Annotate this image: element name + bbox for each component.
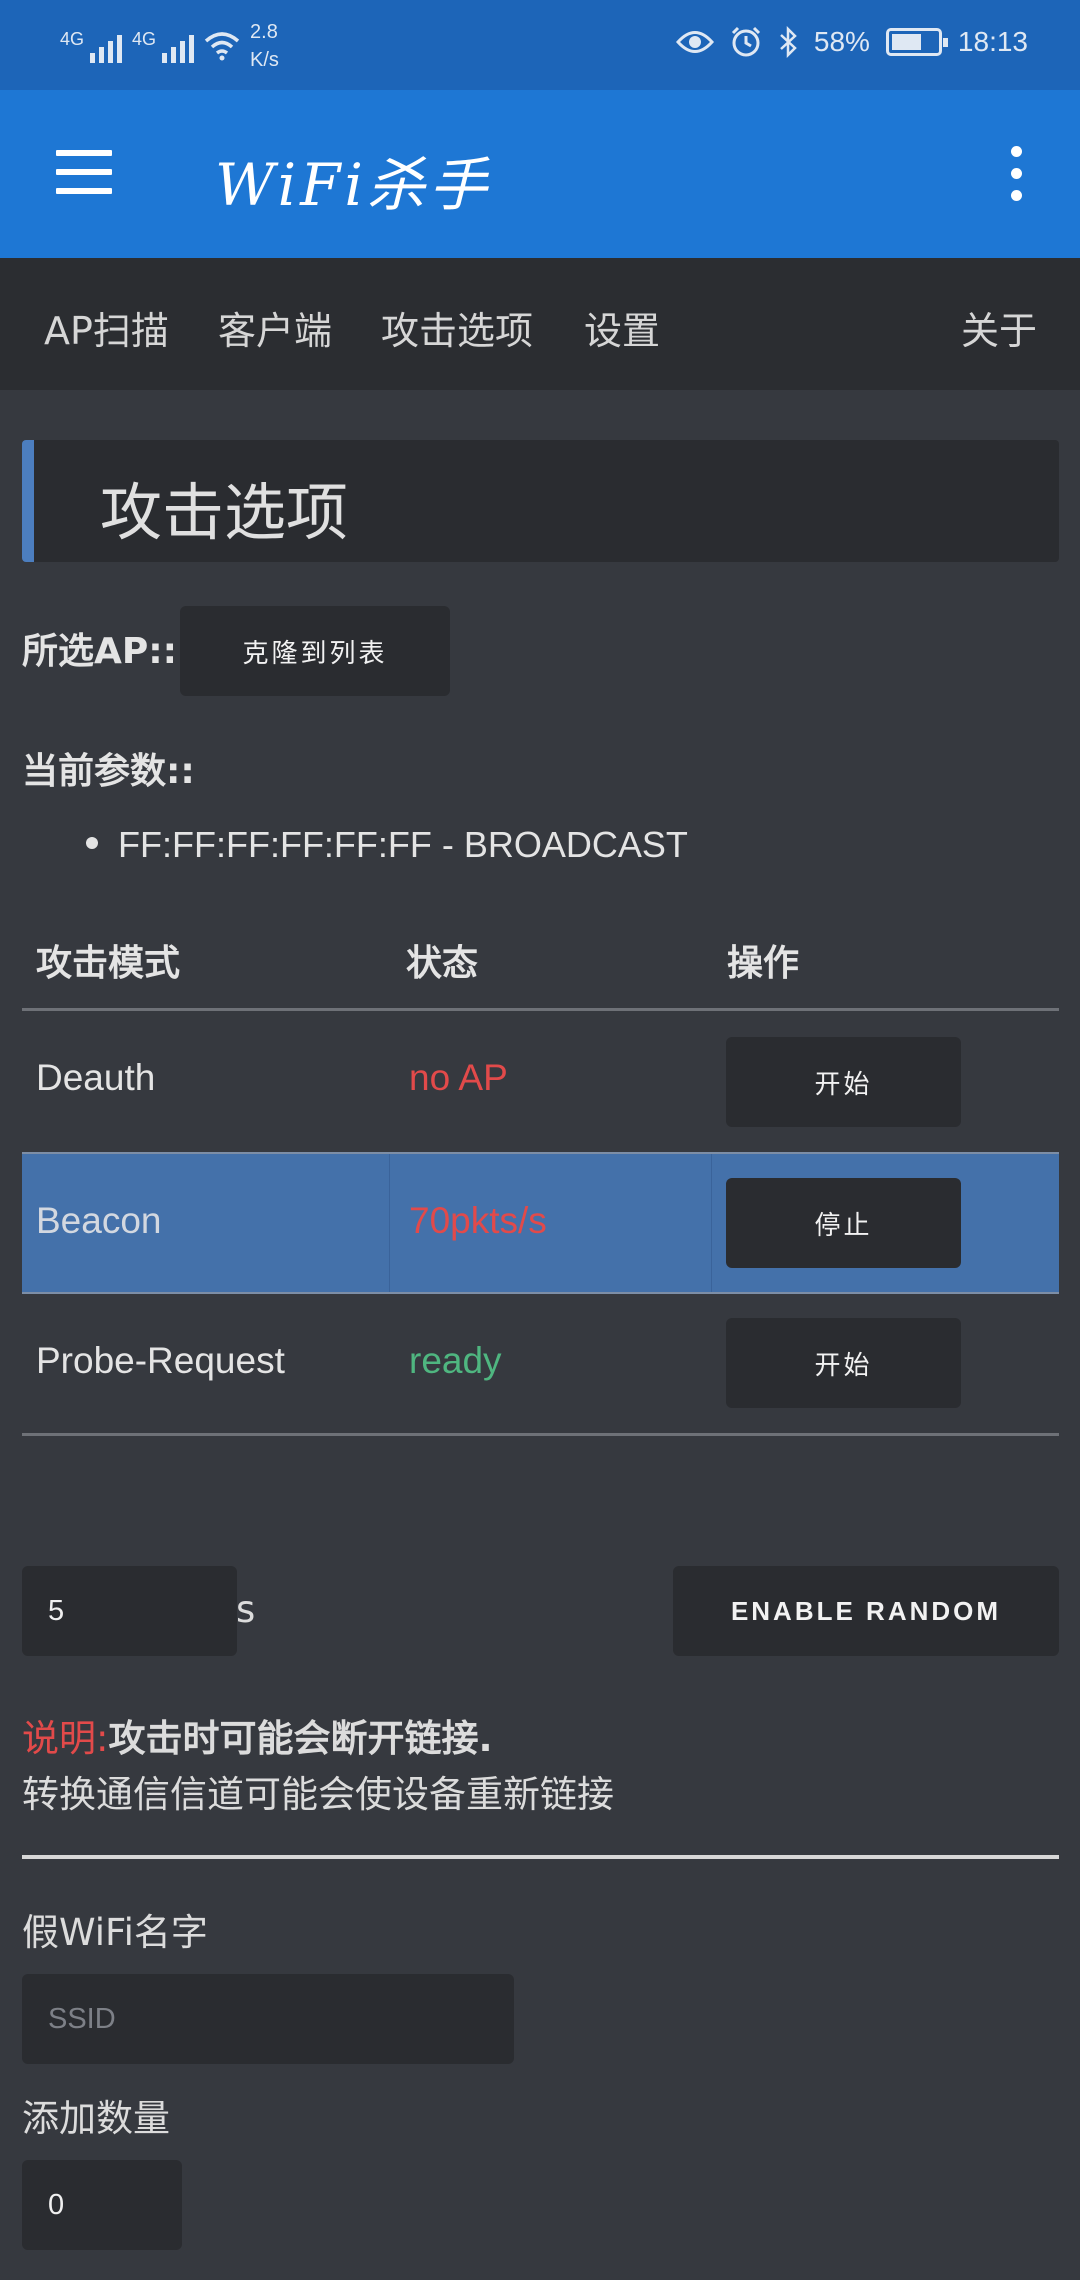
app-title: WiFi杀手 [215,151,491,219]
enable-random-button[interactable]: ENABLE RANDOM [673,1566,1059,1656]
wifi-icon [204,32,240,61]
start-button[interactable]: 开始 [726,1037,961,1127]
note-line-2: 转换通信信道可能会使设备重新链接 [22,1773,614,1816]
note-line-1: 说明:攻击时可能会断开链接. [22,1708,493,1762]
header-status: 状态 [406,943,479,984]
interval-unit: s [236,1588,256,1631]
status-right: 58% 18:13 [675,26,1028,58]
start-button[interactable]: 开始 [726,1318,961,1408]
app-bar: WiFi杀手 [0,90,1080,258]
net-speed-unit: K/s [250,49,279,71]
table-row: Deauth no AP 开始 [22,1011,1059,1153]
signal-strength-icon: 4G [60,29,123,63]
section-header: 攻击选项 [22,440,1059,562]
bluetooth-icon [780,26,797,58]
kebab-menu-icon[interactable] [1006,146,1026,202]
add-count-label: 添加数量 [22,2097,170,2140]
current-params-label: 当前参数:: [22,751,195,792]
attack-mode-cell: Deauth [36,1057,156,1098]
note-prefix: 说明: [22,1717,109,1760]
status-cell: no AP [409,1057,508,1098]
signal-strength-icon-2: 4G [132,29,195,63]
status-left: 4G 4G 2.8 K/s [60,18,279,74]
tab-ap-scan[interactable]: AP扫描 [44,300,169,355]
param-list-item: FF:FF:FF:FF:FF:FF - BROADCAST [86,824,688,866]
net-speed: 2.8 K/s [250,18,279,74]
alarm-icon [731,26,760,57]
table-bottom-rule [22,1433,1059,1436]
network-type-label-2: 4G [132,29,157,49]
section-title: 攻击选项 [100,476,349,549]
status-bar: 4G 4G 2.8 K/s 58% 18:13 [0,0,1080,90]
network-type-label: 4G [60,29,85,49]
battery-percent: 58% [813,26,870,57]
attack-mode-cell: Beacon [36,1200,162,1241]
table-row-selected: Beacon 70pkts/s 停止 [22,1152,1059,1294]
fake-wifi-label: 假WiFi名字 [22,1911,208,1954]
status-cell: 70pkts/s [409,1200,547,1241]
count-input[interactable]: 0 [22,2160,182,2250]
table-row: Probe-Request ready 开始 [22,1294,1059,1436]
tab-settings[interactable]: 设置 [584,300,660,355]
hamburger-icon[interactable] [56,150,112,194]
divider [22,1855,1059,1859]
tab-bar: AP扫描 客户端 攻击选项 设置 关于 [0,258,1080,390]
selected-ap-label: 所选AP:: [22,631,178,672]
clone-to-list-button[interactable]: 克隆到列表 [180,606,450,696]
battery-icon [885,28,948,56]
tab-clients[interactable]: 客户端 [218,300,332,355]
header-action: 操作 [727,943,800,984]
header-attack-mode: 攻击模式 [36,943,181,984]
status-cell: ready [409,1340,502,1381]
net-speed-value: 2.8 [250,21,278,43]
eye-comfort-icon [675,31,714,53]
tab-attack-options[interactable]: 攻击选项 [381,300,533,355]
interval-input[interactable]: 5 [22,1566,237,1656]
attack-mode-cell: Probe-Request [36,1340,285,1381]
ssid-input[interactable]: SSID [22,1974,514,2064]
note-bold: 攻击时可能会断开链接. [108,1717,493,1760]
clock: 18:13 [957,26,1028,57]
tab-about[interactable]: 关于 [961,300,1037,355]
stop-button[interactable]: 停止 [726,1178,961,1268]
